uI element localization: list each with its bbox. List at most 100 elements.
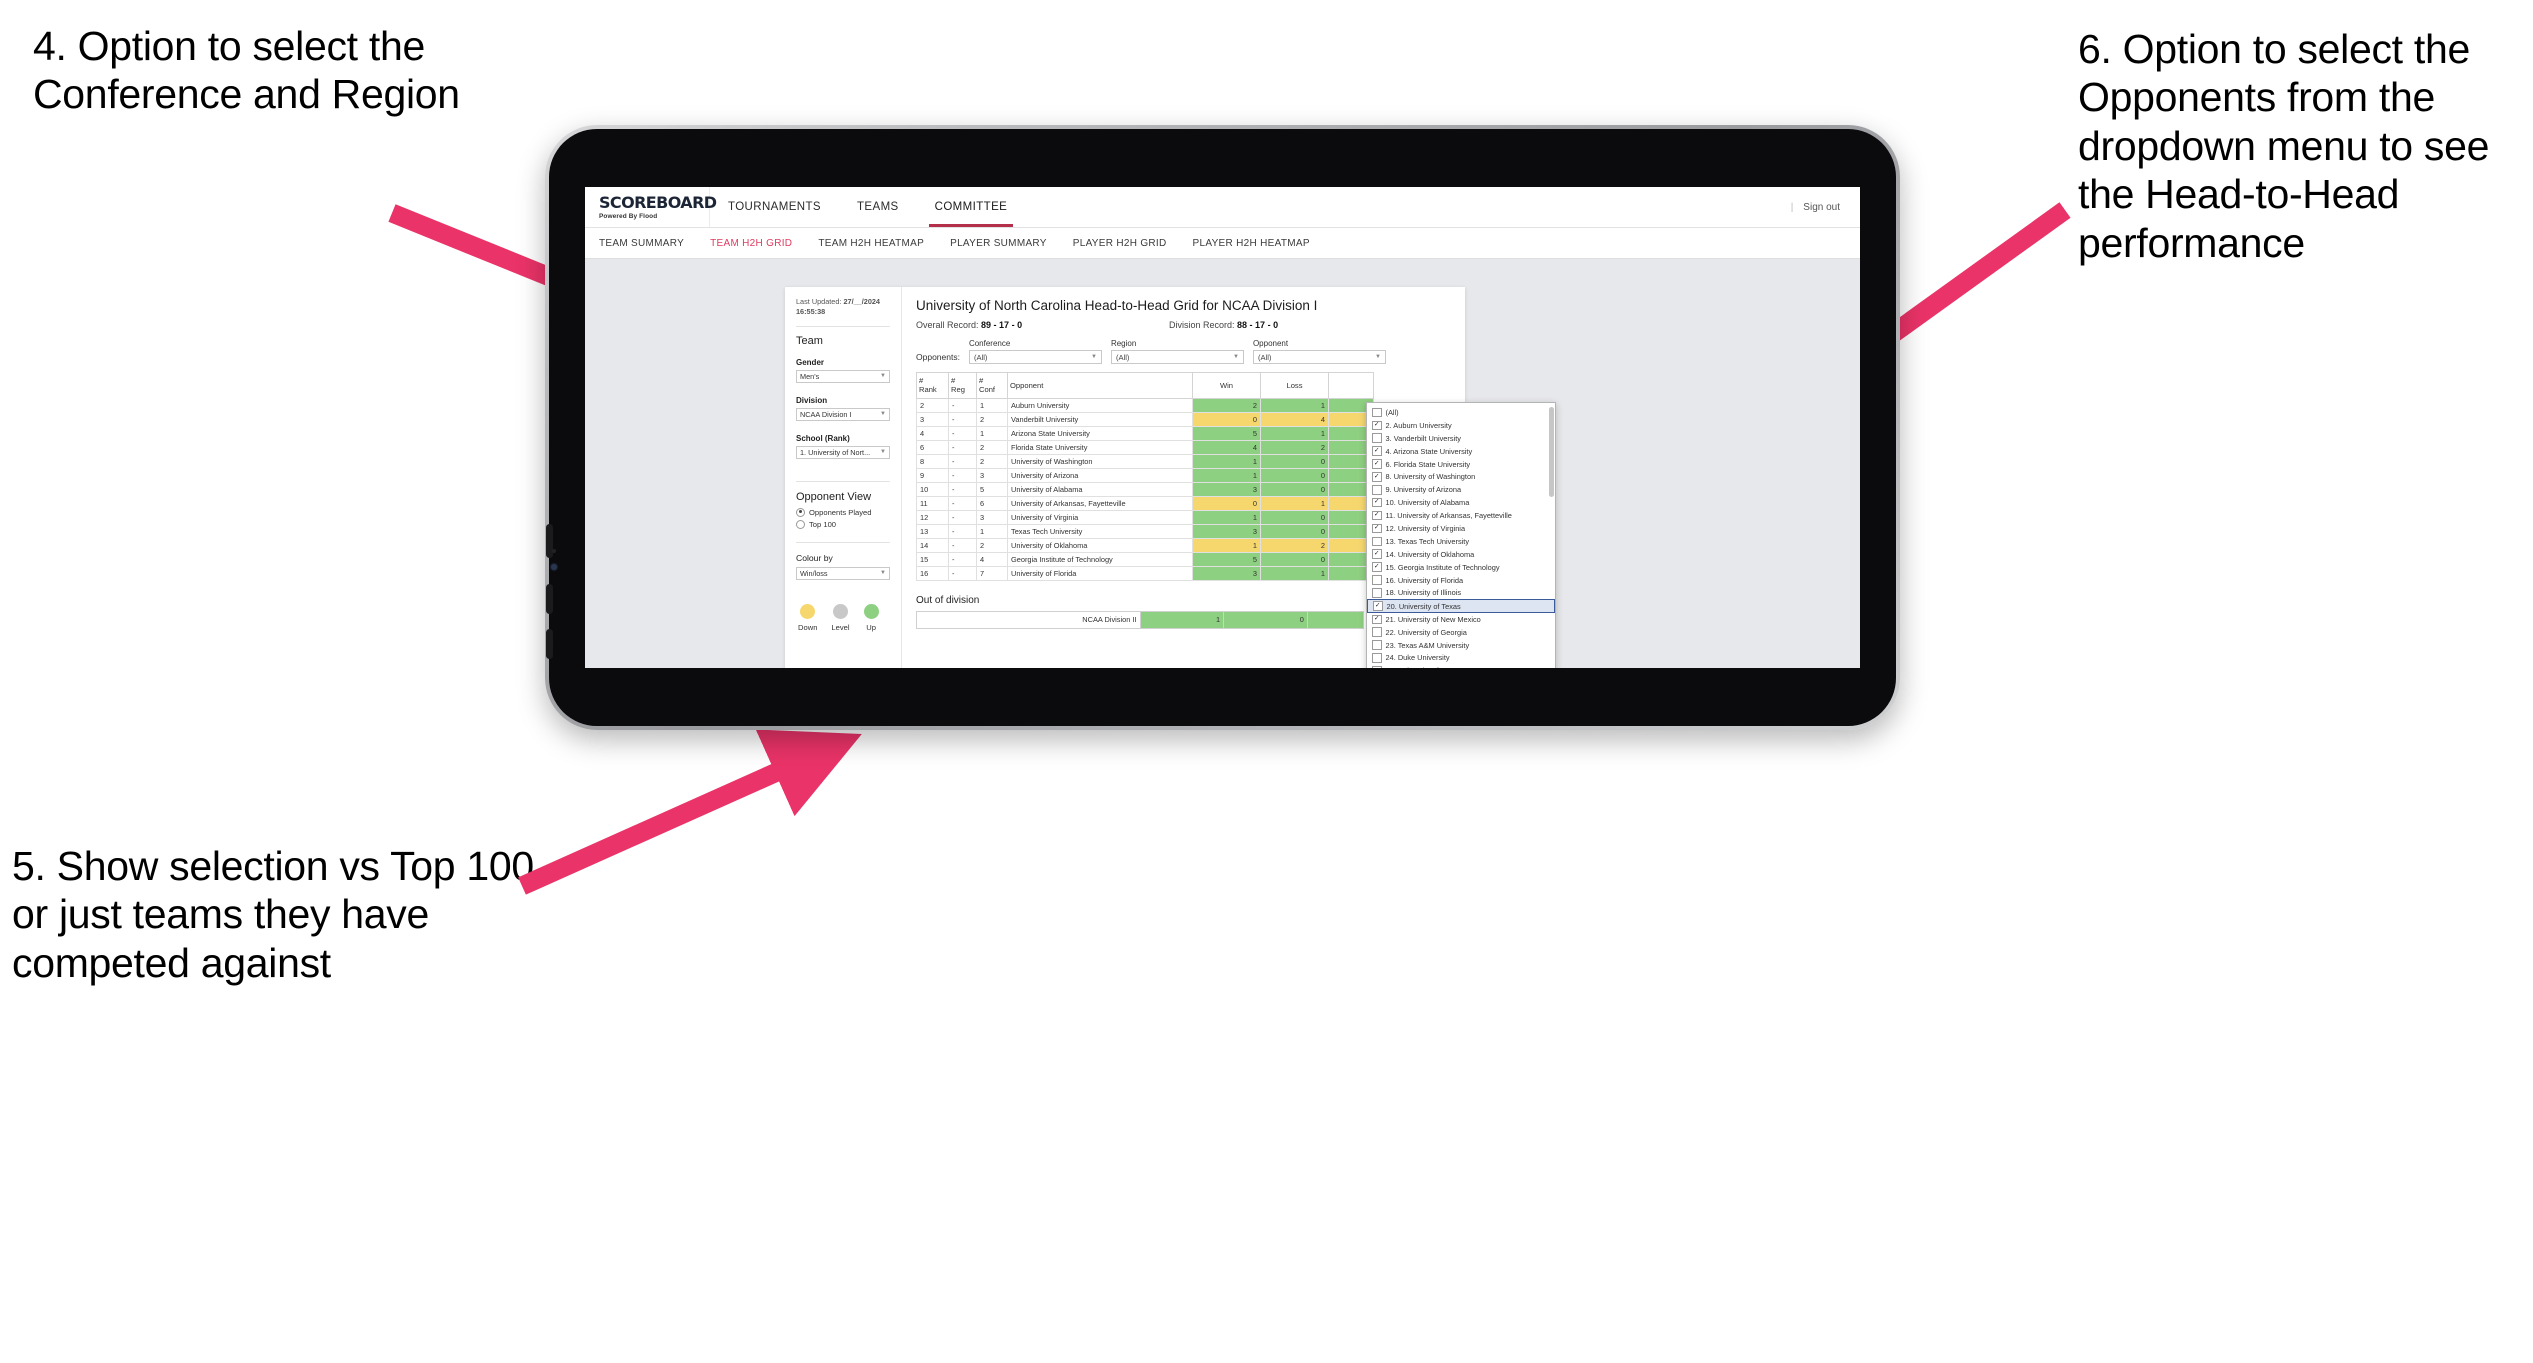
- checkbox-icon[interactable]: ✓: [1372, 472, 1382, 482]
- table-row[interactable]: 2-1 Auburn University 2 1: [916, 397, 1374, 413]
- opponent-option[interactable]: ✓ 14. University of Oklahoma: [1367, 548, 1555, 561]
- table-row[interactable]: 16-7 University of Florida 3 1: [916, 565, 1374, 581]
- checkbox-icon[interactable]: ✓: [1372, 459, 1382, 469]
- opponent-option[interactable]: ✓ 12. University of Virginia: [1367, 522, 1555, 535]
- opponent-select[interactable]: (All) ▼: [1252, 350, 1386, 364]
- opponent-option[interactable]: ✓ 2. Auburn University: [1367, 419, 1555, 432]
- checkbox-icon[interactable]: ✓: [1372, 562, 1382, 572]
- table-row[interactable]: 10-5 University of Alabama 3 0: [916, 481, 1374, 497]
- tab-team-summary[interactable]: TEAM SUMMARY: [599, 238, 684, 249]
- table-row[interactable]: 6-2 Florida State University 4 2: [916, 439, 1374, 455]
- last-updated: Last Updated: 27/__/2024 16:55:38: [796, 297, 890, 317]
- checkbox-icon[interactable]: ✓: [1372, 510, 1382, 521]
- opponent-option[interactable]: 25. University of Oregon: [1367, 664, 1555, 668]
- checkbox-icon[interactable]: [1372, 653, 1382, 663]
- annotation-5: 5. Show selection vs Top 100 or just tea…: [12, 843, 534, 986]
- overall-record-value: 89 - 17 - 0: [981, 320, 1023, 330]
- checkbox-icon[interactable]: [1372, 485, 1382, 495]
- table-row[interactable]: 11-6 University of Arkansas, Fayetteville…: [916, 495, 1374, 511]
- checkbox-icon[interactable]: [1372, 666, 1382, 668]
- opponent-option-list[interactable]: (All) ✓ 2. Auburn University 3. Vanderbilt …: [1367, 403, 1555, 668]
- cell-loss: 0: [1223, 610, 1308, 629]
- cell-conf: 2: [976, 411, 1008, 427]
- nav-tournaments[interactable]: TOURNAMENTS: [710, 187, 839, 227]
- checkbox-icon[interactable]: ✓: [1372, 497, 1382, 508]
- gender-select[interactable]: Men's ▼: [796, 369, 890, 383]
- cell-reg: -: [948, 551, 977, 567]
- checkbox-icon[interactable]: [1372, 640, 1382, 650]
- cell-rank: 2: [916, 397, 949, 413]
- opponent-option[interactable]: 22. University of Georgia: [1367, 626, 1555, 639]
- opponent-option[interactable]: ✓ 11. University of Arkansas, Fayettevill…: [1367, 509, 1555, 522]
- checkbox-icon[interactable]: [1372, 575, 1382, 585]
- opponent-option[interactable]: 23. Texas A&M University: [1367, 639, 1555, 652]
- opponent-option[interactable]: 3. Vanderbilt University: [1367, 432, 1555, 445]
- radio-top-100[interactable]: Top 100: [796, 519, 890, 529]
- checkbox-icon[interactable]: [1372, 627, 1382, 637]
- checkbox-icon[interactable]: [1372, 536, 1382, 547]
- opponent-dropdown-panel[interactable]: (All) ✓ 2. Auburn University 3. Vanderbilt …: [1366, 402, 1556, 668]
- cell-loss: 4: [1260, 411, 1329, 427]
- table-row[interactable]: 8-2 University of Washington 1 0: [916, 453, 1374, 469]
- opponent-option[interactable]: ✓ 10. University of Alabama: [1367, 496, 1555, 509]
- opponent-option[interactable]: ✓ 20. University of Texas: [1367, 599, 1555, 613]
- opponent-option[interactable]: 16. University of Florida: [1367, 574, 1555, 587]
- chevron-down-icon: ▼: [1091, 354, 1097, 360]
- checkbox-icon[interactable]: ✓: [1372, 549, 1382, 559]
- nav-committee[interactable]: COMMITTEE: [917, 187, 1026, 227]
- opponent-option[interactable]: 24. Duke University: [1367, 652, 1555, 665]
- tab-player-h2h-grid[interactable]: PLAYER H2H GRID: [1073, 238, 1167, 249]
- tab-player-summary[interactable]: PLAYER SUMMARY: [950, 238, 1047, 249]
- gender-label: Gender: [796, 357, 825, 367]
- checkbox-icon[interactable]: ✓: [1372, 446, 1382, 456]
- table-body: 2-1 Auburn University 2 1 3-2 Vanderbilt Univ…: [916, 397, 1374, 581]
- checkbox-icon[interactable]: ✓: [1372, 523, 1382, 534]
- opponent-option[interactable]: ✓ 15. Georgia Institute of Technology: [1367, 561, 1555, 574]
- school-select[interactable]: 1. University of Nort... ▼: [796, 445, 890, 459]
- tab-player-h2h-heatmap[interactable]: PLAYER H2H HEATMAP: [1193, 238, 1310, 249]
- table-row[interactable]: 3-2 Vanderbilt University 0 4: [916, 411, 1374, 427]
- opponent-option[interactable]: ✓ 8. University of Washington: [1367, 470, 1555, 483]
- opponent-option[interactable]: ✓ 21. University of New Mexico: [1367, 613, 1555, 626]
- volume-down-button[interactable]: [546, 584, 553, 614]
- radio-opponents-played[interactable]: Opponents Played: [796, 507, 890, 517]
- checkbox-icon[interactable]: [1372, 588, 1382, 598]
- colour-by-select[interactable]: Win/loss ▼: [796, 566, 890, 580]
- region-select[interactable]: (All) ▼: [1110, 350, 1244, 364]
- opponent-option[interactable]: ✓ 4. Arizona State University: [1367, 445, 1555, 458]
- table-row[interactable]: 13-1 Texas Tech University 3 0: [916, 523, 1374, 539]
- checkbox-icon[interactable]: ✓: [1373, 601, 1383, 611]
- checkbox-icon[interactable]: ✓: [1372, 420, 1382, 431]
- dashboard-body: Last Updated: 27/__/2024 16:55:38 Team G…: [785, 287, 1556, 668]
- checkbox-icon[interactable]: ✓: [1372, 614, 1382, 625]
- opponent-option[interactable]: (All): [1367, 406, 1555, 419]
- opponent-option[interactable]: 13. Texas Tech University: [1367, 535, 1555, 548]
- power-button[interactable]: [546, 629, 553, 659]
- opponent-option[interactable]: ✓ 6. Florida State University: [1367, 458, 1555, 471]
- volume-up-button[interactable]: [546, 524, 553, 558]
- colour-by-value: Win/loss: [800, 568, 828, 578]
- conference-select[interactable]: (All) ▼: [968, 350, 1102, 364]
- divider-2: [796, 480, 890, 482]
- nav-teams[interactable]: TEAMS: [839, 187, 917, 227]
- table-row[interactable]: 4-1 Arizona State University 5 1: [916, 425, 1374, 441]
- table-row[interactable]: 9-3 University of Arizona 1 0: [916, 467, 1374, 483]
- opponent-option[interactable]: 9. University of Arizona: [1367, 483, 1555, 496]
- app-logo[interactable]: SCOREBOARD Powered By Flood: [585, 187, 717, 227]
- checkbox-icon[interactable]: [1372, 407, 1382, 418]
- out-of-division-row[interactable]: NCAA Division II 1 0: [916, 610, 1365, 629]
- signout-link[interactable]: Sign out: [1803, 202, 1840, 213]
- overall-record: Overall Record: 89 - 17 - 0: [916, 320, 1169, 330]
- tab-team-h2h-grid[interactable]: TEAM H2H GRID: [710, 238, 792, 249]
- tab-team-h2h-heatmap[interactable]: TEAM H2H HEATMAP: [818, 238, 924, 249]
- opponent-option[interactable]: 18. University of Illinois: [1367, 586, 1555, 599]
- legend-label-level: Level: [831, 622, 850, 632]
- table-row[interactable]: 14-2 University of Oklahoma 1 2: [916, 537, 1374, 553]
- checkbox-icon[interactable]: [1372, 433, 1382, 443]
- table-row[interactable]: 12-3 University of Virginia 1 0: [916, 509, 1374, 525]
- dashboard-card: Last Updated: 27/__/2024 16:55:38 Team G…: [785, 287, 1556, 668]
- table-row[interactable]: 15-4 Georgia Institute of Technology 5 0: [916, 551, 1374, 567]
- division-select[interactable]: NCAA Division I ▼: [796, 407, 890, 421]
- dropdown-scrollbar[interactable]: [1549, 407, 1554, 497]
- h2h-grid-table: # Rank # Reg # Conf Opponent Win Loss 2-…: [916, 372, 1374, 581]
